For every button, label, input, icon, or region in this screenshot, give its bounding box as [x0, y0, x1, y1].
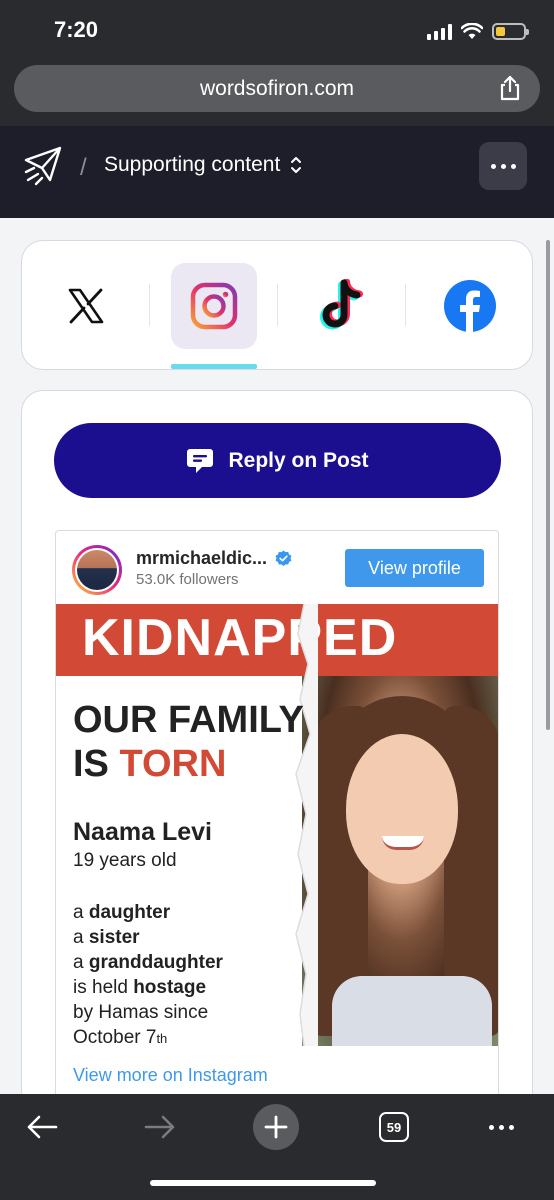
active-tab-indicator — [171, 364, 257, 369]
hostage-photo — [302, 676, 498, 1046]
back-button[interactable] — [19, 1104, 65, 1150]
url-bar[interactable]: wordsofiron.com — [14, 65, 540, 112]
instagram-embed: mrmichaeldic... 53.0K followers View pro… — [55, 530, 499, 1130]
tab-x[interactable] — [43, 263, 129, 349]
share-icon[interactable] — [496, 74, 524, 102]
platform-tabs — [21, 240, 533, 370]
forward-button[interactable] — [137, 1104, 183, 1150]
tab-tiktok[interactable] — [299, 263, 385, 349]
profile-handle[interactable]: mrmichaeldic... — [136, 548, 292, 569]
instagram-logo-icon — [190, 282, 238, 330]
paper-tear-decoration — [295, 604, 318, 1046]
headline-line-2-prefix: IS — [73, 743, 120, 785]
hostage-age: 19 years old — [73, 850, 177, 871]
new-tab-button[interactable] — [253, 1104, 299, 1150]
tab-count: 59 — [379, 1112, 409, 1142]
post-headline: OUR FAMILY IS TORN — [73, 698, 304, 786]
battery-icon — [492, 22, 529, 40]
status-icons — [427, 20, 529, 42]
tab-instagram[interactable] — [171, 263, 257, 349]
post-image[interactable]: KIDNAPPED OUR FAMILY IS TORN Naama Levi … — [56, 604, 498, 1046]
facebook-logo-icon — [444, 280, 496, 332]
scrollbar[interactable] — [546, 240, 550, 730]
headline-line-2-red: TORN — [119, 743, 227, 785]
breadcrumb-separator: / — [80, 154, 87, 181]
view-profile-button[interactable]: View profile — [345, 549, 484, 587]
home-indicator[interactable] — [150, 1180, 376, 1186]
avatar[interactable] — [72, 545, 122, 595]
kidnapped-text: KIDNAPPED — [82, 609, 398, 667]
hostage-description: a daughter a sister a granddaughter is h… — [73, 902, 223, 1046]
content-card: Reply on Post mrmichaeldic... 53.0K foll… — [21, 390, 533, 1130]
tabs-button[interactable]: 59 — [371, 1104, 417, 1150]
arrow-right-icon — [144, 1115, 175, 1139]
view-more-on-instagram-link[interactable]: View more on Instagram — [73, 1065, 268, 1086]
status-time: 7:20 — [54, 17, 99, 42]
page-title: Supporting content — [104, 153, 281, 176]
verified-badge-icon — [275, 550, 292, 567]
more-dots-icon[interactable] — [479, 142, 527, 190]
headline-line-1: OUR FAMILY — [73, 699, 304, 741]
kidnapped-banner: KIDNAPPED — [56, 604, 498, 676]
tiktok-logo-icon — [320, 279, 363, 330]
plus-icon — [264, 1115, 288, 1139]
profile-handle-text: mrmichaeldic... — [136, 548, 268, 568]
x-logo-icon — [68, 288, 104, 324]
reply-button-label: Reply on Post — [228, 448, 369, 472]
comment-icon — [187, 448, 214, 473]
arrow-left-icon — [27, 1115, 58, 1139]
browser-chrome-top: 7:20 wordsofiron.com — [0, 0, 554, 126]
tab-facebook[interactable] — [427, 263, 513, 349]
more-menu-button[interactable] — [478, 1104, 524, 1150]
chevron-up-down-icon — [291, 157, 302, 173]
app-header: / Supporting content — [0, 126, 554, 218]
more-dots-icon — [488, 1124, 514, 1130]
signal-icon — [427, 23, 452, 40]
hostage-name: Naama Levi — [73, 818, 212, 846]
url-text: wordsofiron.com — [199, 76, 355, 100]
wifi-icon — [461, 22, 483, 39]
follower-count: 53.0K followers — [136, 571, 239, 588]
paper-plane-icon[interactable] — [22, 144, 64, 186]
page-title-selector[interactable]: Supporting content — [104, 153, 302, 177]
reply-on-post-button[interactable]: Reply on Post — [54, 423, 501, 498]
